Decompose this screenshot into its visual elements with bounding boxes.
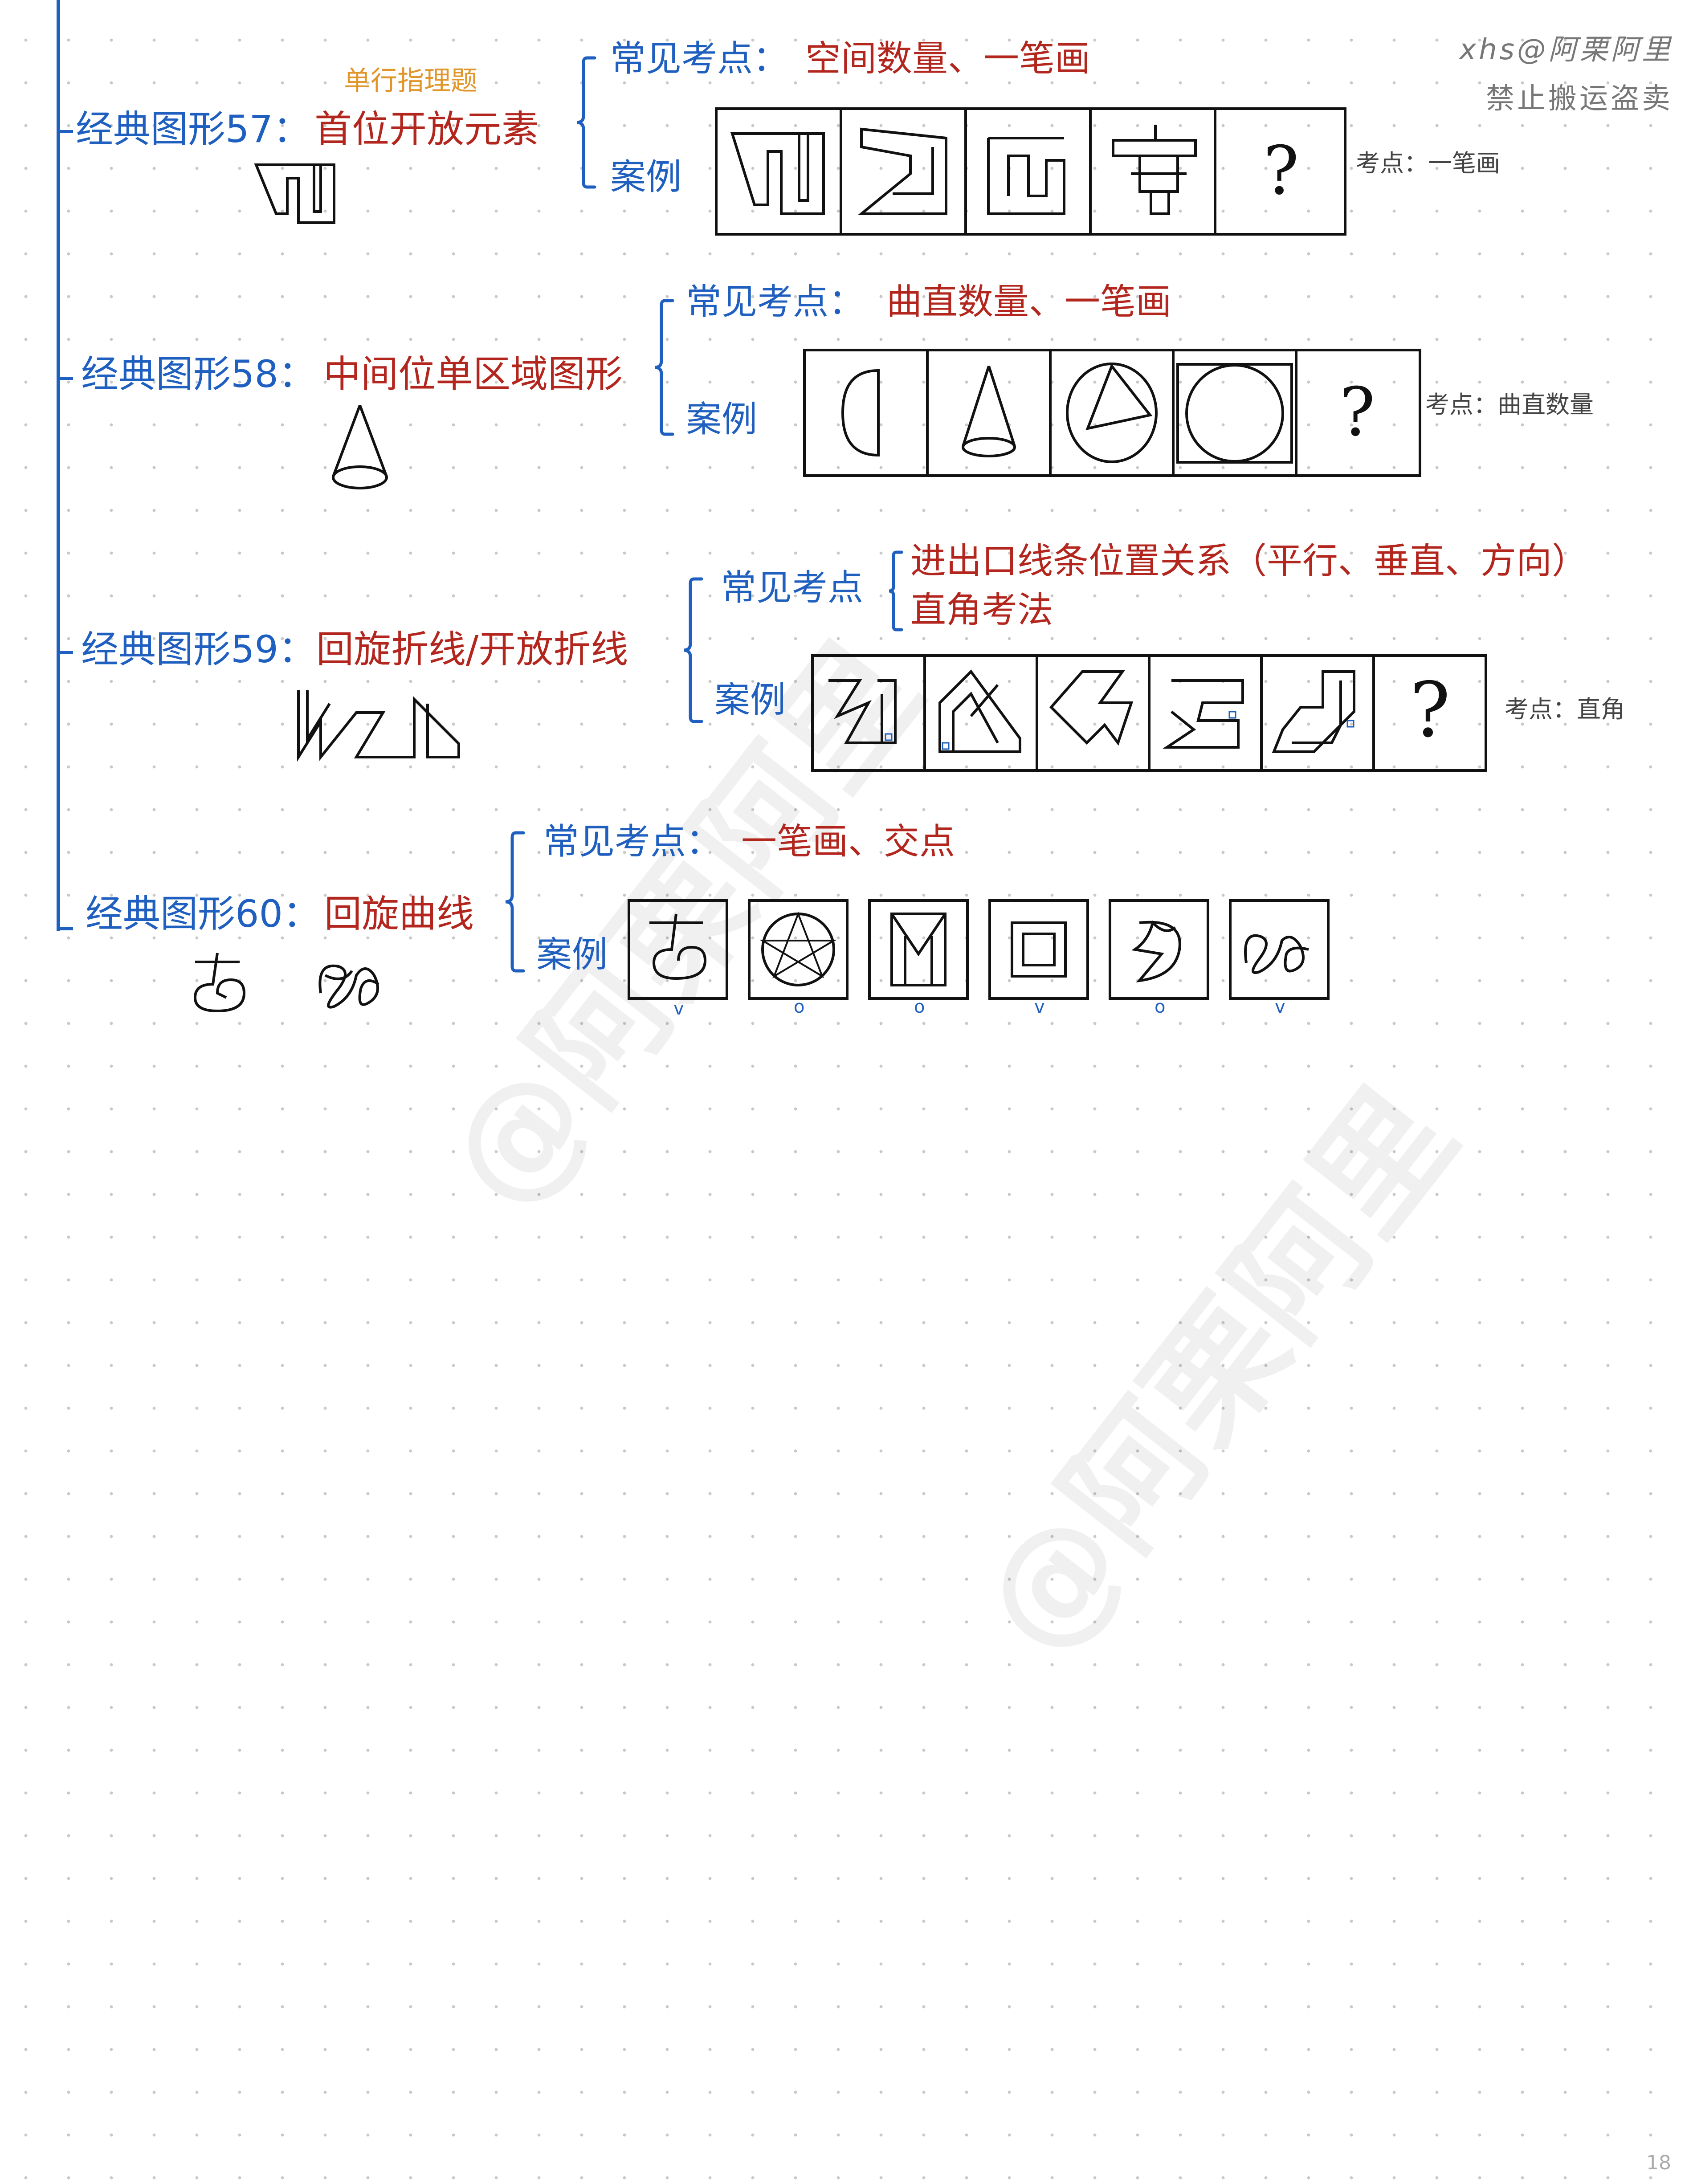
section-60-example-curve-2 xyxy=(318,964,379,1009)
section-60-case-label: 案例 xyxy=(536,934,608,975)
case-58-question: ? xyxy=(1339,374,1375,451)
watermark-line-1: xhs@阿栗阿里 xyxy=(1459,33,1673,66)
section-58-title: 中间位单区域图形 xyxy=(323,352,623,396)
section-57-example-figure xyxy=(254,163,335,224)
section-59-brace xyxy=(683,577,703,723)
section-57-tag: 单行指理题 xyxy=(344,65,477,97)
mark-60-1: v xyxy=(673,998,684,1016)
branch-tick-58 xyxy=(58,377,73,380)
section-57-case-label: 案例 xyxy=(610,156,681,198)
section-57-prefix: 经典图形57： xyxy=(76,107,310,151)
case-60-5 xyxy=(1109,899,1209,1000)
case-60-2 xyxy=(748,899,849,1000)
case-60-3 xyxy=(868,899,969,1000)
section-60-case-row: v o o v o v xyxy=(628,899,1330,1016)
section-57-title: 首位开放元素 xyxy=(314,107,539,151)
section-57-brace xyxy=(576,56,596,189)
section-60-prefix: 经典图形60： xyxy=(86,892,320,936)
branch-tick-60 xyxy=(58,927,73,930)
case-60-4 xyxy=(988,899,1089,1000)
section-59-example-zigzag xyxy=(297,690,460,762)
case-57-4 xyxy=(1112,125,1197,215)
case-60-1 xyxy=(628,899,728,1000)
section-59-prefix: 经典图形59： xyxy=(81,627,316,671)
section-58-example-cone xyxy=(332,404,388,489)
page-number: 18 xyxy=(1646,2151,1671,2174)
section-58-point-label: 常见考点： xyxy=(686,281,864,322)
section-59-point-label: 常见考点 xyxy=(721,567,863,608)
section-57-point-value: 空间数量、一笔画 xyxy=(805,38,1090,79)
case-59-5 xyxy=(1272,670,1355,753)
section-60-point-value: 一笔画、交点 xyxy=(741,821,955,862)
section-58-prefix: 经典图形58： xyxy=(81,352,316,396)
mark-60-4: v xyxy=(1034,997,1045,1016)
case-58-4 xyxy=(1176,363,1293,464)
watermark-diagonal-2: @阿栗阿里 xyxy=(951,1060,1485,1683)
watermark-line-2: 禁止搬运盗卖 xyxy=(1486,82,1673,115)
section-60-brace xyxy=(505,831,525,973)
mark-60-2: o xyxy=(794,997,804,1016)
section-58-case-label: 案例 xyxy=(686,399,757,440)
section-60-example-curve-1 xyxy=(193,953,246,1013)
case-59-question: ? xyxy=(1410,666,1450,754)
branch-tick-59 xyxy=(58,651,73,654)
case-59-3 xyxy=(1049,670,1134,746)
section-58-case-strip: ? xyxy=(803,349,1421,477)
branch-tick-57 xyxy=(58,130,73,133)
mark-60-5: o xyxy=(1155,997,1165,1016)
case-59-4 xyxy=(1163,679,1244,749)
case-59-1 xyxy=(828,679,897,744)
section-57-point-label: 常见考点： xyxy=(610,38,788,79)
case-58-3 xyxy=(1066,363,1158,463)
case-57-1 xyxy=(730,132,825,215)
section-58-note: 考点：曲直数量 xyxy=(1425,391,1594,419)
section-58-brace xyxy=(654,299,674,436)
section-59-title: 回旋折线/开放折线 xyxy=(316,627,628,671)
case-59-2 xyxy=(938,669,1021,753)
case-58-2 xyxy=(962,366,1016,457)
case-60-6 xyxy=(1229,899,1330,1000)
case-57-question: ? xyxy=(1263,132,1299,210)
section-59-note: 考点：直角 xyxy=(1505,695,1625,723)
section-59-case-strip: ? xyxy=(811,654,1487,772)
section-59-case-label: 案例 xyxy=(714,679,786,721)
case-57-2 xyxy=(857,127,947,215)
watermark-corner: xhs@阿栗阿里 禁止搬运盗卖 xyxy=(1459,27,1673,117)
case-58-1 xyxy=(841,369,880,457)
section-57-note: 考点：一笔画 xyxy=(1356,149,1500,177)
section-59-point-value-2: 直角考法 xyxy=(910,589,1053,631)
section-57-case-strip: ? xyxy=(715,107,1346,236)
section-60-point-label: 常见考点： xyxy=(543,821,722,862)
mark-60-3: o xyxy=(914,997,925,1016)
section-59-point-value-1: 进出口线条位置关系（平行、垂直、方向） xyxy=(910,540,1587,582)
section-59-sub-brace xyxy=(889,550,903,632)
section-60-title: 回旋曲线 xyxy=(324,892,474,936)
case-57-3 xyxy=(987,137,1065,215)
outline-trunk xyxy=(57,0,60,931)
section-58-point-value: 曲直数量、一笔画 xyxy=(886,281,1171,322)
mark-60-6: v xyxy=(1275,997,1285,1016)
